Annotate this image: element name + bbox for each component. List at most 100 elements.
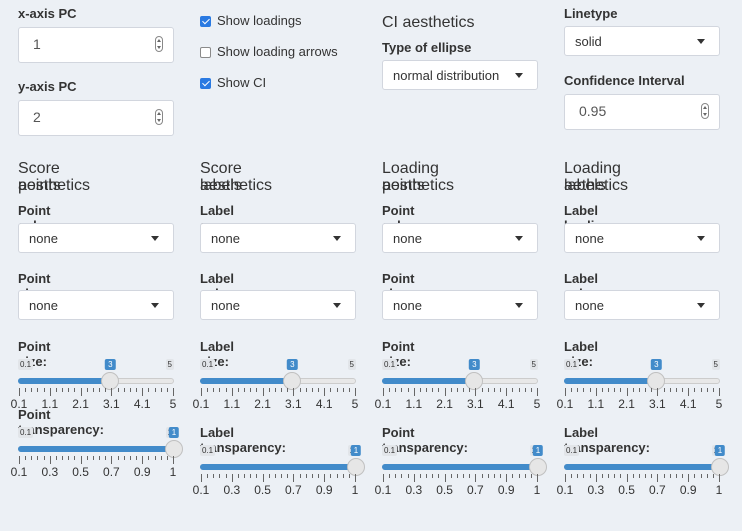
slider-minor-tick — [694, 388, 696, 392]
spinner-icon[interactable] — [701, 103, 709, 119]
show-loadings-label[interactable]: Show loadings — [217, 13, 302, 28]
slider-minor-tick — [620, 474, 622, 478]
slider-major-tick — [142, 456, 144, 464]
slider-minor-tick — [86, 388, 88, 392]
show-ci-label[interactable]: Show CI — [217, 75, 266, 90]
slider-minor-tick — [237, 388, 239, 392]
slider-grid-label: 0.7 — [649, 483, 666, 497]
slider-minor-tick — [148, 388, 150, 392]
slider-major-tick — [565, 388, 566, 396]
slider-minor-tick — [577, 388, 579, 392]
select-value: none — [29, 231, 58, 246]
slider-minor-tick — [31, 388, 33, 392]
slider-minor-tick — [700, 474, 702, 478]
spinner-icon[interactable] — [155, 36, 163, 52]
slider-minor-tick — [105, 388, 107, 392]
slider-grid-label: 0.9 — [133, 465, 151, 479]
loading-points-transparency-slider[interactable]: 0.1110.10.30.50.70.91 — [375, 445, 547, 497]
loading-points-select2[interactable]: none — [382, 290, 538, 320]
slider-grid-label: 1 — [351, 483, 359, 497]
slider-minor-tick — [469, 474, 471, 478]
slider-minor-tick — [342, 474, 344, 478]
slider-minor-tick — [706, 474, 708, 478]
slider-minor-tick — [432, 388, 434, 392]
slider-minor-tick — [426, 474, 428, 478]
slider-fill — [382, 464, 538, 470]
score-points-size-slider[interactable]: 0.1 5 3 0.1 1.1 2.1 3.1 4.1 5 — [11, 359, 176, 411]
slider-minor-tick — [55, 456, 57, 460]
slider-minor-tick — [524, 388, 526, 392]
loading-labels-size-slider[interactable]: 0.1 5 3 0.1 1.1 2.1 3.1 4.1 5 — [557, 359, 722, 411]
show-loading-arrows-label[interactable]: Show loading arrows — [217, 44, 338, 59]
slider-minor-tick — [244, 388, 246, 392]
slider-grid-label: 0.5 — [436, 483, 453, 497]
loading-labels-transparency-slider[interactable]: 0.1110.10.30.50.70.91 — [557, 445, 729, 497]
slider-major-tick — [173, 456, 174, 464]
slider-minor-tick — [620, 388, 622, 392]
score-labels-select2[interactable]: none — [200, 290, 356, 320]
slider-minor-tick — [92, 456, 94, 460]
slider-grid-label: 0.1 — [556, 397, 574, 411]
score-labels-transparency-slider[interactable]: 0.1110.10.30.50.70.91 — [193, 445, 365, 497]
slider-minor-tick — [342, 388, 344, 392]
slider-major-tick — [688, 474, 690, 482]
loading-labels-select1[interactable]: none — [564, 223, 720, 253]
score-points-transparency-slider[interactable]: 0.1110.10.30.50.70.91 — [11, 427, 183, 479]
slider-minor-tick — [638, 388, 640, 392]
score-points-select2[interactable]: none — [18, 290, 174, 320]
slider-value-label: 3 — [469, 359, 480, 370]
slider-minor-tick — [395, 388, 397, 392]
slider-minor-tick — [129, 456, 131, 460]
score-points-select1[interactable]: none — [18, 223, 174, 253]
slider-minor-tick — [160, 388, 162, 392]
slider-minor-tick — [250, 388, 252, 392]
slider-minor-tick — [438, 474, 440, 478]
ellipse-type-select[interactable]: normal distribution — [382, 60, 538, 90]
slider-value-label: 1 — [714, 445, 726, 456]
score-labels-select1[interactable]: none — [200, 223, 356, 253]
select-value: none — [211, 231, 240, 246]
slider-minor-tick — [37, 388, 39, 392]
score-labels-size-slider[interactable]: 0.1 5 3 0.1 1.1 2.1 3.1 4.1 5 — [193, 359, 358, 411]
loading-points-size-slider[interactable]: 0.1 5 3 0.1 1.1 2.1 3.1 4.1 5 — [375, 359, 540, 411]
show-ci-checkbox[interactable] — [200, 78, 211, 89]
slider-minor-tick — [55, 388, 57, 392]
slider-minor-tick — [419, 474, 421, 478]
show-loadings-checkbox[interactable] — [200, 16, 211, 27]
loading-labels-select2[interactable]: none — [564, 290, 720, 320]
slider-minor-tick — [512, 388, 514, 392]
slider-minor-tick — [25, 456, 27, 460]
slider-minor-tick — [601, 388, 603, 392]
slider-min-label: 0.1 — [200, 359, 216, 370]
slider-minor-tick — [487, 474, 489, 478]
slider-grid-label: 0.3 — [41, 465, 59, 479]
slider-value-label: 3 — [651, 359, 662, 370]
slider-minor-tick — [256, 474, 258, 478]
slider-minor-tick — [136, 388, 138, 392]
linetype-select[interactable]: solid — [564, 26, 720, 56]
slider-grid-label: 0.5 — [254, 483, 271, 497]
slider-minor-tick — [43, 456, 45, 460]
slider-grid-label: 3.1 — [467, 397, 484, 411]
spinner-icon[interactable] — [155, 109, 163, 125]
slider-minor-tick — [682, 474, 684, 478]
chevron-down-icon — [697, 303, 705, 308]
slider-minor-tick — [530, 388, 532, 392]
slider-minor-tick — [305, 388, 307, 392]
select-value: none — [393, 298, 422, 313]
show-loading-arrows-checkbox[interactable] — [200, 47, 211, 58]
slider-minor-tick — [160, 456, 162, 460]
x-axis-pc-input[interactable]: 1 — [18, 27, 174, 63]
y-axis-pc-input[interactable]: 2 — [18, 100, 174, 136]
slider-minor-tick — [281, 474, 283, 478]
confidence-interval-input[interactable]: 0.95 — [564, 94, 720, 130]
loading-points-select1[interactable]: none — [382, 223, 538, 253]
slider-major-tick — [688, 388, 690, 396]
slider-minor-tick — [299, 474, 301, 478]
slider-minor-tick — [401, 388, 403, 392]
slider-minor-tick — [213, 474, 215, 478]
slider-minor-tick — [99, 456, 101, 460]
slider-minor-tick — [225, 474, 227, 478]
slider-minor-tick — [62, 388, 64, 392]
slider-minor-tick — [601, 474, 603, 478]
